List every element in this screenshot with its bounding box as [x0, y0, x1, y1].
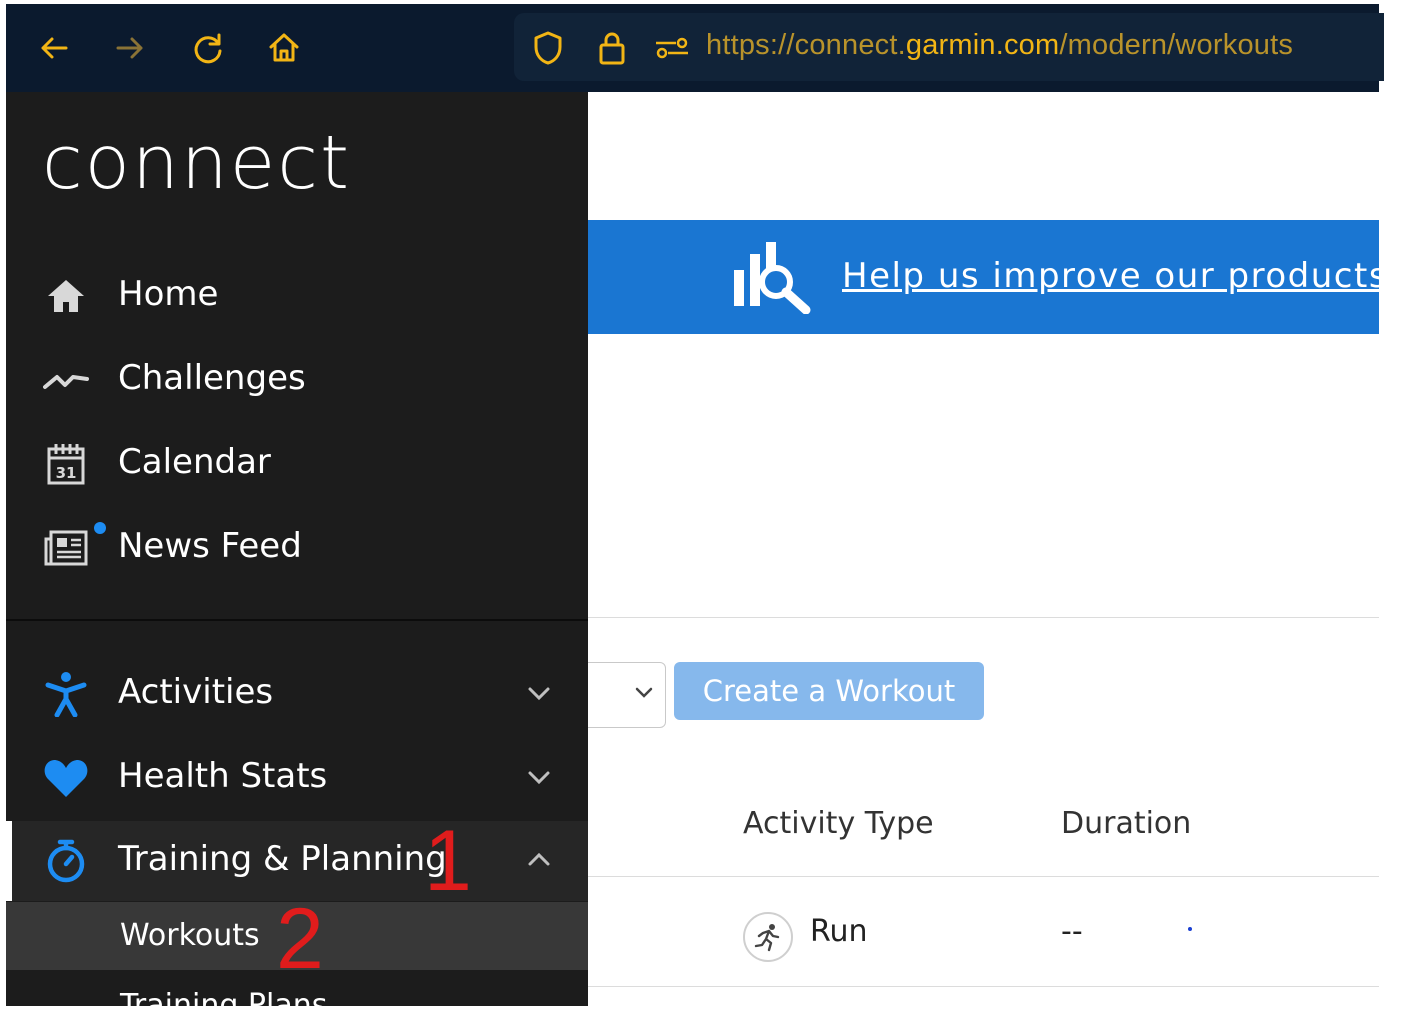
table-row-border	[588, 986, 1379, 987]
sidebar-item-calendar[interactable]: 31 Calendar	[6, 424, 588, 504]
step-annotation-1: 1	[424, 813, 472, 909]
feedback-banner: Help us improve our products a	[588, 220, 1379, 334]
forward-arrow-icon[interactable]	[108, 26, 152, 70]
active-indicator	[6, 821, 12, 901]
research-icon	[732, 240, 812, 318]
table-cell-activity-type[interactable]: Run	[810, 914, 868, 949]
activities-icon	[42, 672, 90, 717]
connect-logo[interactable]: connect	[42, 120, 351, 206]
sidebar-item-challenges[interactable]: Challenges	[6, 340, 588, 420]
back-arrow-icon[interactable]	[32, 26, 76, 70]
sidebar-item-label: Activities	[118, 672, 274, 712]
chevron-down-icon	[633, 681, 655, 707]
challenges-icon	[42, 358, 90, 402]
run-icon	[743, 912, 793, 962]
sidebar-item-label: News Feed	[118, 526, 302, 566]
filter-select[interactable]	[588, 662, 666, 728]
calendar-icon-number: 31	[56, 464, 77, 482]
news-icon	[42, 526, 90, 570]
sidebar: connect Home Challenges 31 Calendar News…	[6, 92, 588, 1006]
home-icon[interactable]	[262, 26, 306, 70]
column-header-duration[interactable]: Duration	[1061, 806, 1191, 841]
shield-icon[interactable]	[528, 30, 568, 66]
url-text[interactable]: https://connect.garmin.com/modern/workou…	[706, 29, 1293, 62]
stopwatch-icon	[42, 839, 90, 883]
sidebar-subitem-label: Workouts	[120, 918, 260, 953]
url-bar[interactable]: https://connect.garmin.com/modern/workou…	[514, 13, 1384, 81]
sidebar-item-label: Challenges	[118, 358, 306, 398]
sidebar-item-health-stats[interactable]: Health Stats	[6, 738, 588, 818]
feedback-link[interactable]: Help us improve our products a	[842, 256, 1379, 296]
url-domain: garmin.com	[905, 29, 1060, 61]
cursor-dot	[1188, 927, 1192, 931]
url-path: /modern/workouts	[1059, 29, 1294, 61]
chevron-down-icon[interactable]	[526, 680, 552, 710]
calendar-icon: 31	[42, 442, 90, 486]
sidebar-item-activities[interactable]: Activities	[6, 654, 588, 734]
main-content: Help us improve our products a Create a …	[588, 92, 1379, 1006]
lock-icon[interactable]	[592, 30, 632, 66]
reload-icon[interactable]	[186, 26, 230, 70]
chevron-up-icon[interactable]	[526, 847, 552, 877]
heart-icon	[42, 756, 90, 800]
home-icon	[42, 274, 90, 318]
sidebar-item-label: Health Stats	[118, 756, 328, 796]
sidebar-item-training-planning[interactable]: Training & Planning	[6, 821, 588, 901]
sidebar-item-label: Calendar	[118, 442, 271, 482]
sidebar-item-label: Home	[118, 274, 219, 314]
chevron-down-icon[interactable]	[526, 764, 552, 794]
divider	[588, 617, 1379, 618]
sidebar-item-home[interactable]: Home	[6, 256, 588, 336]
sidebar-divider	[6, 619, 588, 621]
sidebar-subitem-label: Training Plans	[120, 988, 328, 1006]
table-cell-duration: --	[1061, 914, 1083, 949]
sidebar-item-news-feed[interactable]: News Feed	[6, 508, 588, 588]
step-annotation-2: 2	[276, 891, 324, 987]
url-prefix: https://connect.	[706, 29, 906, 61]
table-row-border	[588, 876, 1379, 877]
notification-dot	[94, 522, 106, 534]
sidebar-item-label: Training & Planning	[118, 839, 447, 879]
permissions-icon[interactable]	[652, 30, 692, 66]
column-header-activity-type[interactable]: Activity Type	[743, 806, 934, 841]
browser-toolbar: https://connect.garmin.com/modern/workou…	[6, 4, 1384, 92]
create-workout-button[interactable]: Create a Workout	[674, 662, 984, 720]
